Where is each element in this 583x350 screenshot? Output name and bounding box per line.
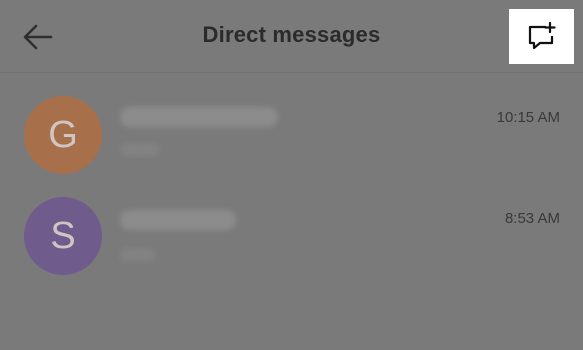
conversation-time: 10:15 AM [496,109,560,126]
avatar: G [24,96,102,174]
conversation-preview [120,143,160,157]
page-title: Direct messages [202,22,381,47]
avatar-letter: G [48,113,78,156]
conversation-row[interactable]: G 10:15 AM [0,85,583,185]
conversation-row[interactable]: S 8:53 AM [0,186,583,286]
conversation-time: 8:53 AM [504,210,560,227]
header-divider [0,72,583,73]
app-header: Direct messages [0,0,583,72]
conversation-name [120,107,278,127]
new-message-icon [528,21,556,49]
conversation-preview [120,248,156,262]
avatar: S [24,197,102,275]
avatar-letter: S [50,214,76,257]
conversation-name [120,210,236,230]
new-message-button[interactable] [509,9,574,64]
